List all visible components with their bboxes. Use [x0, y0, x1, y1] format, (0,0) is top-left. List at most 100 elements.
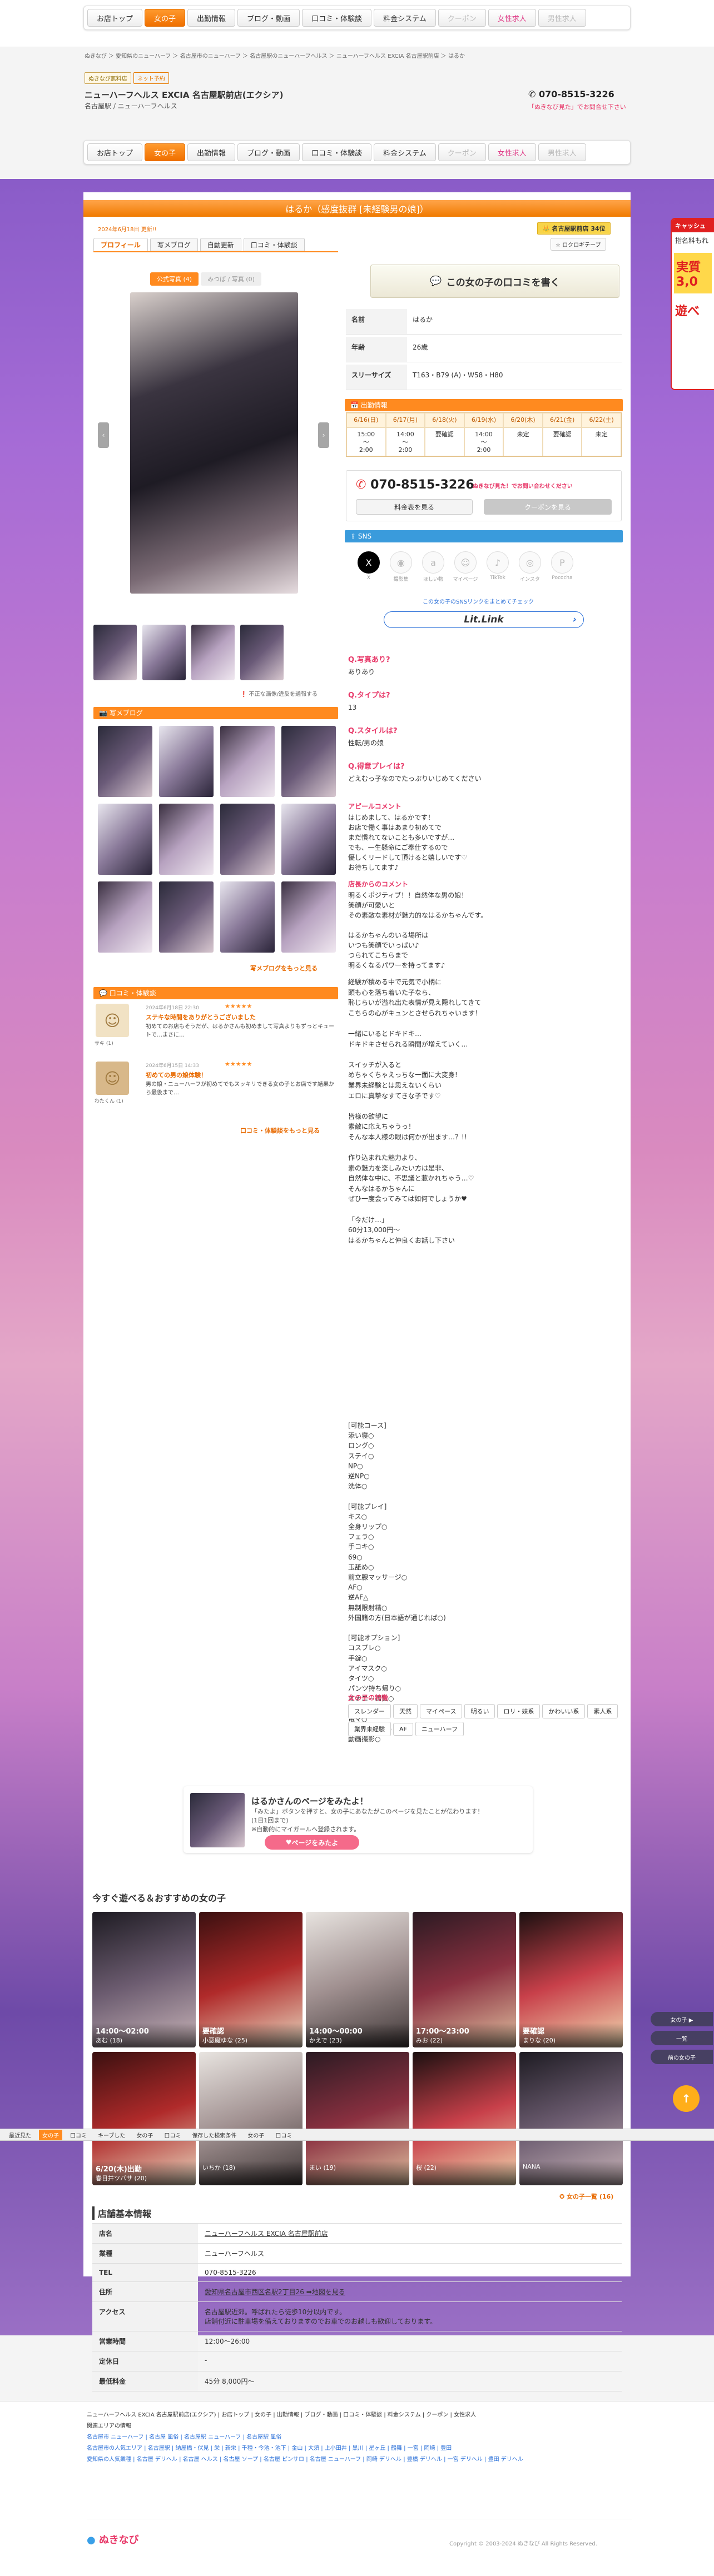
blog-thumb[interactable]	[281, 804, 336, 875]
photo-thumb[interactable]	[191, 625, 235, 680]
blog-thumb[interactable]	[220, 881, 275, 953]
recommend-card[interactable]: 要確認 小悪魔ゆな (25)	[199, 1912, 303, 2047]
mitayo-button[interactable]: ♥ ページをみたよ	[265, 1835, 359, 1850]
next-girl-button[interactable]: 女の子 ▶	[651, 2012, 713, 2026]
recommend-card[interactable]: 17:00〜23:00 みお (22)	[413, 1912, 516, 2047]
feature-tag[interactable]: AF	[393, 1723, 413, 1736]
nav-item-4[interactable]: 口コミ・体験談	[302, 9, 372, 27]
blog-thumb[interactable]	[220, 804, 275, 875]
nav-item-1[interactable]: 女の子	[145, 9, 186, 27]
call-phone[interactable]: ✆ 070-8515-3226	[356, 478, 474, 492]
bottom-bar-item[interactable]: 女の子	[244, 2130, 267, 2140]
recommend-card[interactable]: まい (19)	[306, 2052, 409, 2185]
feature-tag[interactable]: 業界未経験	[348, 1722, 391, 1736]
nav-item-6[interactable]: クーポン	[438, 9, 486, 27]
bottom-bar-item[interactable]: 女の子	[133, 2130, 156, 2140]
nav-item-2[interactable]: 出勤情報	[187, 143, 236, 161]
nav-item-7[interactable]: 女性求人	[488, 9, 536, 27]
price-button[interactable]: 料金表を見る	[356, 499, 473, 515]
profile-tab-2[interactable]: 自動更新	[200, 238, 241, 251]
blog-thumb[interactable]	[98, 881, 152, 953]
blog-thumb[interactable]	[98, 804, 152, 875]
prev-girl-button[interactable]: 前の女の子	[651, 2050, 713, 2064]
recommend-card[interactable]: いちか (18)	[199, 2052, 303, 2185]
coupon-button[interactable]: クーポンを見る	[484, 499, 612, 515]
photo-thumb[interactable]	[93, 625, 137, 680]
profile-tab-3[interactable]: 口コミ・体験談	[243, 238, 305, 251]
nav-item-1[interactable]: 女の子	[145, 143, 186, 161]
feature-tag[interactable]: 素人系	[587, 1704, 618, 1718]
blog-thumb[interactable]	[220, 726, 275, 797]
shop-name[interactable]: ニューハーフヘルス EXCIA 名古屋駅前店(エクシア)	[85, 89, 283, 101]
bottom-bar-item[interactable]: キーブした	[95, 2130, 128, 2140]
nav-item-5[interactable]: 料金システム	[374, 143, 436, 161]
blog-thumb[interactable]	[159, 881, 214, 953]
nav-item-7[interactable]: 女性求人	[488, 143, 536, 161]
footer-line3[interactable]: 愛知県の人気業種 | 名古屋 デリヘル | 名古屋 ヘルス | 名古屋 ソープ …	[87, 2454, 523, 2463]
footer-line1[interactable]: 名古屋市 ニューハーフ | 名古屋 風俗 | 名古屋駅 ニューハーフ | 名古屋…	[87, 2432, 281, 2440]
footer-logo[interactable]: ● ぬきなび	[87, 2532, 139, 2547]
feature-tag[interactable]: ニューハーフ	[415, 1722, 464, 1736]
litlink-button[interactable]: Lit.Link ›	[384, 611, 584, 628]
recommend-card[interactable]: 要確認 まりな (20)	[519, 1912, 623, 2047]
bottom-bar-item[interactable]: 口コミ	[272, 2130, 295, 2140]
review-title[interactable]: 初めての男の娘体験！	[146, 1070, 207, 1079]
recommend-card[interactable]: 桜 (22)	[413, 2052, 516, 2185]
recommend-card[interactable]: 6/20(木)出勤 春日井ツバサ (20)	[92, 2052, 196, 2185]
photo-next-button[interactable]: ›	[318, 422, 329, 448]
nav-item-5[interactable]: 料金システム	[374, 9, 436, 27]
feature-tag[interactable]: スレンダー	[348, 1704, 391, 1718]
nav-item-8[interactable]: 男性求人	[538, 9, 586, 27]
nav-item-8[interactable]: 男性求人	[538, 143, 586, 161]
shop-phone[interactable]: ✆ 070-8515-3226	[528, 89, 614, 99]
scroll-top-button[interactable]: ↑	[673, 2085, 700, 2112]
feature-tag[interactable]: 明るい	[464, 1704, 495, 1718]
bottom-bar-item[interactable]: 口コミ	[161, 2130, 184, 2140]
nav-item-4[interactable]: 口コミ・体験談	[302, 143, 372, 161]
recommend-card[interactable]: NANA	[519, 2052, 623, 2185]
photo-prev-button[interactable]: ‹	[98, 422, 109, 448]
main-photo[interactable]	[130, 292, 298, 594]
sns-item-0[interactable]: XX	[356, 551, 381, 581]
nav-item-0[interactable]: お店トップ	[87, 9, 143, 27]
profile-tab-1[interactable]: 写メブログ	[150, 238, 198, 251]
feature-tag[interactable]: 天然	[393, 1704, 418, 1718]
blog-thumb[interactable]	[281, 881, 336, 953]
favorite-button[interactable]: ☆ ロクロギテープ	[551, 238, 606, 251]
official-photo-tab[interactable]: 公式写真 (4)	[150, 272, 199, 286]
bottom-bar-item[interactable]: 保存した検索条件	[189, 2130, 240, 2140]
shop-info-value[interactable]: 愛知県名古屋市西区名駅2丁目26 ➡地図を見る	[198, 2282, 622, 2301]
footer-line2[interactable]: 名古屋市の人気エリア | 名古屋駅 | 納屋橋・伏見 | 栄 | 新栄 | 千種…	[87, 2443, 452, 2452]
report-photo-link[interactable]: ❗ 不正な画像/違反を通報する	[240, 689, 318, 697]
blog-thumb[interactable]	[159, 804, 214, 875]
nav-item-6[interactable]: クーポン	[438, 143, 486, 161]
shop-info-value[interactable]: ニューハーフヘルス EXCIA 名古屋駅前店	[198, 2224, 622, 2243]
nav-item-3[interactable]: ブログ・動画	[237, 143, 300, 161]
photo-thumb[interactable]	[240, 625, 284, 680]
recommend-card[interactable]: 14:00〜00:00 かえで (23)	[306, 1912, 409, 2047]
nav-item-0[interactable]: お店トップ	[87, 143, 143, 161]
side-ad[interactable]: キャッシュ 指名料もれ 実質3,0 遊べ	[671, 218, 714, 390]
user-photo-tab[interactable]: みつば / 写真 (0)	[201, 272, 261, 286]
blog-thumb[interactable]	[281, 726, 336, 797]
feature-tag[interactable]: かわいい系	[542, 1704, 586, 1718]
promo-photo	[190, 1793, 245, 1847]
blog-more-link[interactable]: 写メブログをもっと見る	[250, 964, 318, 973]
blog-thumb[interactable]	[98, 726, 152, 797]
review-more-link[interactable]: 口コミ・体験談をもっと見る	[240, 1126, 320, 1135]
nav-item-2[interactable]: 出勤情報	[187, 9, 236, 27]
bottom-bar-item[interactable]: 口コミ	[67, 2130, 90, 2140]
profile-tab-0[interactable]: プロフィール	[93, 238, 148, 251]
bottom-bar-item[interactable]: 最近見た	[6, 2130, 34, 2140]
nav-item-3[interactable]: ブログ・動画	[237, 9, 300, 27]
feature-tag[interactable]: ロリ・妹系	[497, 1704, 541, 1718]
feature-tag[interactable]: マイペース	[420, 1704, 463, 1718]
photo-thumb[interactable]	[142, 625, 186, 680]
bottom-bar-item[interactable]: 女の子	[39, 2129, 62, 2140]
recommend-card[interactable]: 14:00〜02:00 あむ (18)	[92, 1912, 196, 2047]
review-title[interactable]: ステキな時間をありがとうございました	[146, 1013, 256, 1022]
write-review-button[interactable]: 💬 この女の子の口コミを書く	[370, 265, 619, 298]
list-button[interactable]: 一覧	[651, 2031, 713, 2045]
blog-thumb[interactable]	[159, 726, 214, 797]
girl-list-link[interactable]: ✪ 女の子一覧 (16)	[559, 2192, 613, 2201]
